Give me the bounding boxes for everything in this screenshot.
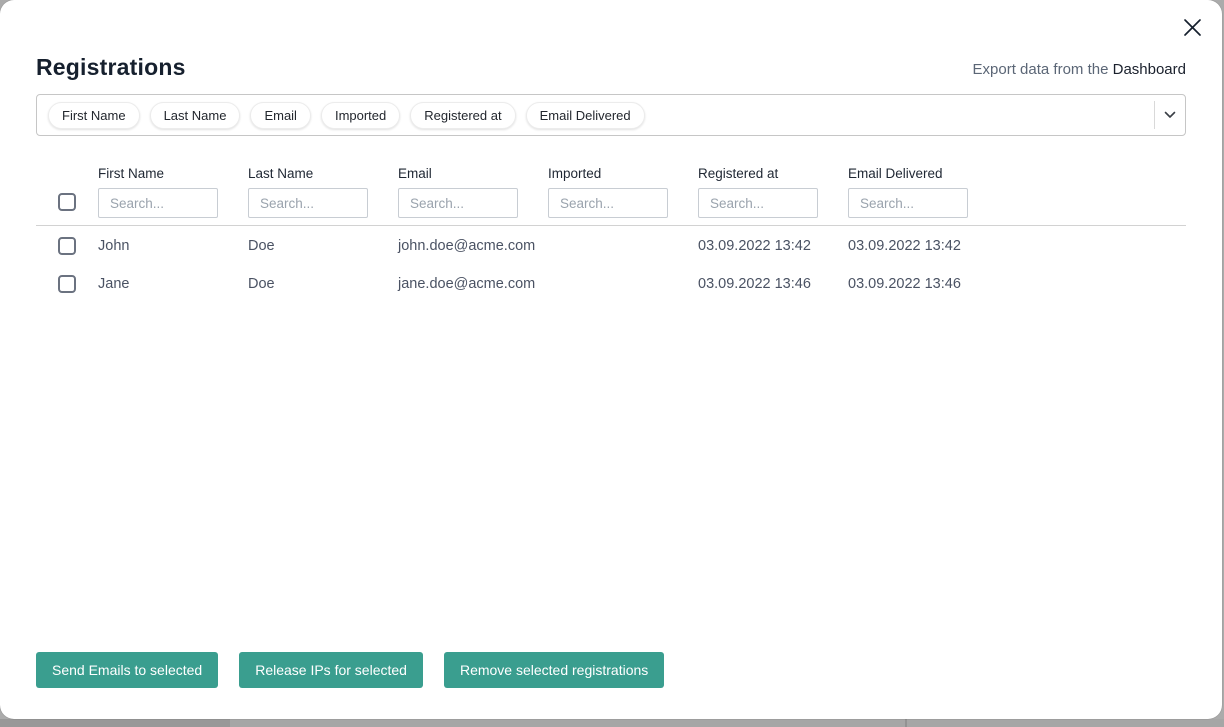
column-last-name: Last Name [248,166,398,218]
cell-last-name: Doe [248,238,398,254]
row-checkbox[interactable] [58,237,76,255]
cell-registered-at: 03.09.2022 13:42 [698,238,848,254]
cell-registered-at: 03.09.2022 13:46 [698,276,848,292]
modal-header: Registrations Export data from the Dashb… [36,0,1186,81]
column-email-delivered: Email Delivered [848,166,1186,218]
filter-chip-imported[interactable]: Imported [321,102,400,129]
backdrop-segment [0,719,230,727]
column-label: First Name [98,166,248,181]
search-input-registered-at[interactable] [698,188,818,218]
search-input-email[interactable] [398,188,518,218]
column-label: Last Name [248,166,398,181]
column-email: Email [398,166,548,218]
filter-chip-registered-at[interactable]: Registered at [410,102,515,129]
column-label: Registered at [698,166,848,181]
search-input-first-name[interactable] [98,188,218,218]
action-bar: Send Emails to selected Release IPs for … [36,652,664,688]
cell-first-name: Jane [98,276,248,292]
cell-last-name: Doe [248,276,398,292]
export-note-text: Export data from the [973,61,1109,78]
select-all-cell [36,193,98,218]
table-row: Jane Doe jane.doe@acme.com 03.09.2022 13… [36,268,1186,306]
page-title: Registrations [36,54,186,81]
search-input-imported[interactable] [548,188,668,218]
column-label: Email [398,166,548,181]
release-ips-button[interactable]: Release IPs for selected [239,652,423,688]
filter-chip-last-name[interactable]: Last Name [150,102,241,129]
registrations-modal: Registrations Export data from the Dashb… [0,0,1222,719]
column-label: Imported [548,166,698,181]
chevron-down-icon[interactable] [1155,95,1185,135]
remove-registrations-button[interactable]: Remove selected registrations [444,652,664,688]
select-all-checkbox[interactable] [58,193,76,211]
filter-chip-email[interactable]: Email [250,102,311,129]
filter-bar: First Name Last Name Email Imported Regi… [36,94,1186,136]
filter-chips: First Name Last Name Email Imported Regi… [48,102,1154,129]
close-icon[interactable] [1179,14,1205,40]
export-note: Export data from the Dashboard [973,61,1186,81]
cell-email-delivered: 03.09.2022 13:42 [848,238,1186,254]
filter-chip-email-delivered[interactable]: Email Delivered [526,102,645,129]
row-checkbox[interactable] [58,275,76,293]
table-header-row: First Name Last Name Email Imported Regi… [36,136,1186,226]
row-select-cell [36,275,98,293]
table-body: John Doe john.doe@acme.com 03.09.2022 13… [36,226,1186,306]
cell-first-name: John [98,238,248,254]
dashboard-link[interactable]: Dashboard [1113,61,1186,78]
backdrop-divider [905,719,907,727]
cell-email: jane.doe@acme.com [398,276,548,292]
registrations-table: First Name Last Name Email Imported Regi… [36,136,1186,306]
column-first-name: First Name [98,166,248,218]
column-label: Email Delivered [848,166,1186,181]
page-backdrop [0,719,1224,727]
row-select-cell [36,237,98,255]
search-input-last-name[interactable] [248,188,368,218]
search-input-email-delivered[interactable] [848,188,968,218]
column-registered-at: Registered at [698,166,848,218]
column-imported: Imported [548,166,698,218]
modal-content: Registrations Export data from the Dashb… [0,0,1222,719]
table-row: John Doe john.doe@acme.com 03.09.2022 13… [36,230,1186,268]
cell-email: john.doe@acme.com [398,238,548,254]
send-emails-button[interactable]: Send Emails to selected [36,652,218,688]
cell-email-delivered: 03.09.2022 13:46 [848,276,1186,292]
filter-chip-first-name[interactable]: First Name [48,102,140,129]
